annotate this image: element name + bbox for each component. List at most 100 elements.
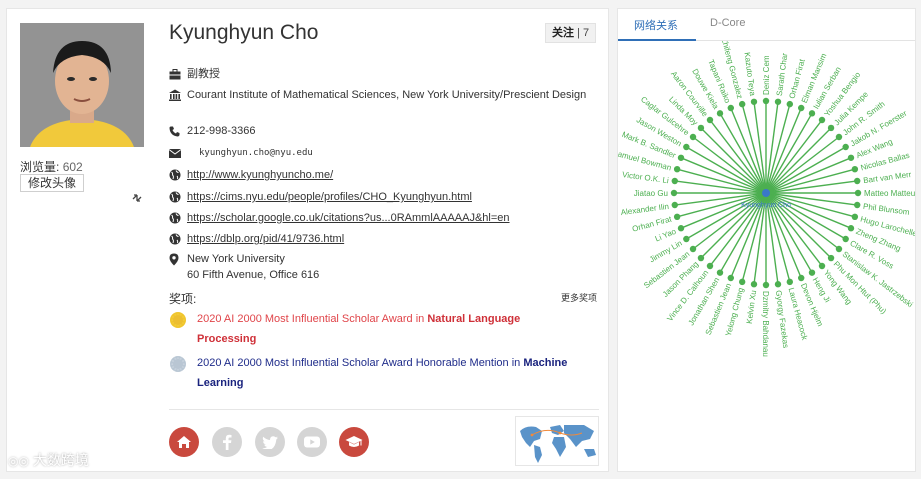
- network-node-label[interactable]: Kazuto Teya: [743, 52, 758, 97]
- academic-title: 副教授: [187, 68, 220, 80]
- profile-name: Kyunghyun Cho: [169, 21, 319, 44]
- network-node-label[interactable]: Kelvin Xu: [745, 290, 758, 325]
- title-row: 副教授: [169, 66, 587, 82]
- home-social-button[interactable]: [169, 427, 199, 457]
- network-node-label[interactable]: Matteo Matteucci: [864, 189, 916, 198]
- network-edge: [765, 103, 791, 194]
- network-node[interactable]: [727, 274, 734, 282]
- email-address[interactable]: kyunghyun.cho@nyu.edu: [187, 145, 587, 161]
- network-node[interactable]: [750, 98, 758, 105]
- google-scholar-link[interactable]: https://scholar.google.co.uk/citations?u…: [187, 212, 510, 224]
- follow-button[interactable]: 关注 | 7: [545, 23, 597, 43]
- network-node[interactable]: [738, 100, 746, 108]
- network-node[interactable]: [670, 189, 678, 197]
- network-node[interactable]: [677, 225, 685, 232]
- network-tabs: 网络关系 D-Core: [618, 9, 915, 41]
- expand-arrows-icon[interactable]: [131, 192, 143, 207]
- network-node[interactable]: [671, 201, 678, 209]
- follow-label: 关注: [552, 27, 574, 39]
- globe-icon: [169, 231, 187, 247]
- scholar-social-button[interactable]: [339, 427, 369, 457]
- network-node[interactable]: [786, 100, 794, 108]
- network-node-label[interactable]: Deniz Cem: [762, 55, 771, 95]
- network-node[interactable]: [842, 235, 849, 243]
- network-node[interactable]: [842, 143, 849, 151]
- network-node[interactable]: [716, 269, 724, 276]
- nyu-profile-row: https://cims.nyu.edu/people/profiles/CHO…: [169, 189, 587, 205]
- network-node-label[interactable]: Sarath Char: [775, 52, 790, 96]
- nyu-profile-link[interactable]: https://cims.nyu.edu/people/profiles/CHO…: [187, 191, 472, 203]
- award-item[interactable]: 2020 AI 2000 Most Influential Scholar Aw…: [169, 353, 577, 393]
- more-awards-link[interactable]: 更多奖项: [561, 291, 597, 304]
- network-node[interactable]: [847, 225, 855, 232]
- network-node[interactable]: [689, 245, 697, 253]
- network-node-label[interactable]: Phil Blunsom: [863, 202, 911, 217]
- youtube-social-button[interactable]: [297, 427, 327, 457]
- award-text: 2020 AI 2000 Most Influential Scholar Aw…: [197, 357, 524, 369]
- homepage-link[interactable]: http://www.kyunghyuncho.me/: [187, 169, 333, 181]
- network-node[interactable]: [738, 278, 746, 286]
- award-item[interactable]: 2020 AI 2000 Most Influential Scholar Aw…: [169, 309, 577, 349]
- dblp-link[interactable]: https://dblp.org/pid/41/9736.html: [187, 233, 344, 245]
- network-node[interactable]: [854, 177, 861, 185]
- network-node[interactable]: [689, 133, 697, 141]
- network-node[interactable]: [808, 110, 816, 117]
- follow-count: | 7: [577, 27, 590, 39]
- divider: [169, 409, 599, 410]
- network-node[interactable]: [774, 98, 782, 105]
- network-node[interactable]: [727, 104, 734, 112]
- network-node-label[interactable]: Gyorgy Fazekas: [774, 290, 791, 349]
- affiliation-row: Courant Institute of Mathematical Scienc…: [169, 87, 587, 103]
- network-node[interactable]: [835, 133, 843, 141]
- network-node[interactable]: [671, 177, 678, 185]
- network-node[interactable]: [798, 274, 805, 282]
- avatar[interactable]: [20, 23, 144, 147]
- coauthor-network-graph[interactable]: Deniz Cem Sarath CharOrhan FiratElman Man…: [618, 41, 916, 472]
- center-node[interactable]: [762, 189, 770, 197]
- watermark: ◎◎ 大数跨境: [8, 450, 89, 470]
- network-node[interactable]: [697, 124, 705, 132]
- watermark-logo-icon: ◎◎: [8, 454, 29, 468]
- network-node-label[interactable]: Victor O.K. Li: [622, 170, 670, 185]
- network-node-label[interactable]: Alexander Ilin: [620, 202, 669, 217]
- network-node[interactable]: [827, 124, 835, 132]
- twitter-social-button[interactable]: [255, 427, 285, 457]
- network-node[interactable]: [818, 116, 826, 124]
- network-node-label[interactable]: Jiatao Gu: [634, 189, 668, 198]
- network-node[interactable]: [774, 281, 782, 288]
- network-node[interactable]: [683, 235, 690, 243]
- network-node-label[interactable]: Dzmitry Bahdanau: [761, 291, 770, 357]
- network-node[interactable]: [706, 262, 714, 270]
- network-node[interactable]: [750, 281, 758, 288]
- network-node[interactable]: [851, 213, 859, 221]
- network-node[interactable]: [683, 143, 690, 151]
- address-line-1: New York University: [187, 253, 285, 265]
- network-node[interactable]: [808, 269, 816, 276]
- network-node-label[interactable]: Bart van Merr: [863, 170, 913, 185]
- network-node[interactable]: [706, 116, 714, 124]
- network-node[interactable]: [854, 201, 861, 209]
- tab-network-relations[interactable]: 网络关系: [634, 17, 678, 33]
- envelope-icon: [169, 145, 187, 161]
- network-node[interactable]: [697, 254, 705, 262]
- network-node[interactable]: [786, 278, 794, 286]
- phone-icon: [169, 123, 187, 139]
- network-node[interactable]: [716, 110, 724, 117]
- network-node[interactable]: [798, 104, 805, 112]
- network-node[interactable]: [847, 154, 855, 161]
- network-node[interactable]: [835, 245, 843, 253]
- tab-d-core[interactable]: D-Core: [710, 17, 745, 29]
- network-node[interactable]: [677, 154, 685, 161]
- network-node[interactable]: [762, 97, 770, 105]
- facebook-social-button[interactable]: [212, 427, 242, 457]
- change-avatar-button[interactable]: 修改头像: [20, 174, 84, 192]
- network-node[interactable]: [854, 189, 862, 197]
- network-node[interactable]: [818, 262, 826, 270]
- network-node[interactable]: [673, 213, 681, 221]
- network-node[interactable]: [762, 281, 770, 289]
- network-node[interactable]: [827, 254, 835, 262]
- world-map-thumbnail[interactable]: [515, 416, 599, 466]
- network-node[interactable]: [673, 165, 681, 173]
- network-node[interactable]: [851, 165, 859, 173]
- globe-icon: [169, 189, 187, 205]
